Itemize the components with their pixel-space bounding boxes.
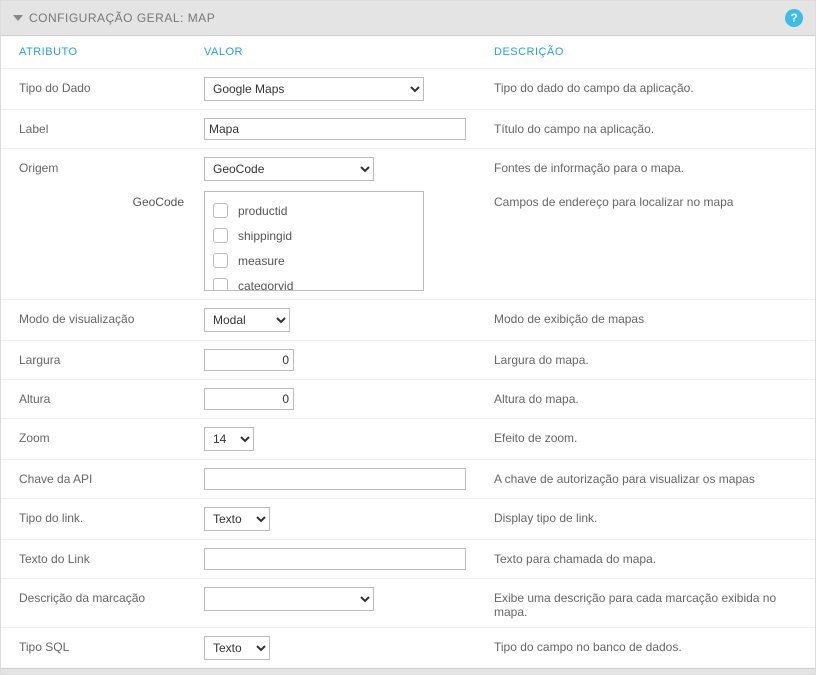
config-panel: CONFIGURAÇÃO GERAL: MAP ? ATRIBUTO VALOR…: [0, 0, 816, 675]
row-desc-marc: Descrição da marcação Exibe uma descriçã…: [1, 578, 815, 627]
desc-tipo-link: Display tipo de link.: [494, 507, 797, 525]
panel-title: CONFIGURAÇÃO GERAL: MAP: [29, 11, 215, 25]
check-label: measure: [238, 254, 285, 268]
row-geocode: GeoCode productid shippingid measure cat…: [1, 189, 815, 299]
label-tipo-dado: Tipo do Dado: [19, 77, 204, 95]
check-item-measure[interactable]: measure: [211, 248, 417, 273]
select-modo[interactable]: Modal: [204, 308, 290, 332]
col-header-desc: DESCRIÇÃO: [494, 46, 797, 58]
desc-zoom: Efeito de zoom.: [494, 427, 797, 445]
check-label: shippingid: [238, 229, 292, 243]
input-label[interactable]: [204, 118, 466, 140]
row-label: Label Título do campo na aplicação.: [1, 109, 815, 148]
label-geocode: GeoCode: [19, 191, 204, 209]
desc-apikey: A chave de autorização para visualizar o…: [494, 468, 797, 486]
desc-origem: Fontes de informação para o mapa.: [494, 157, 797, 175]
label-modo: Modo de visualização: [19, 308, 204, 326]
checkbox-icon[interactable]: [213, 253, 228, 268]
desc-altura: Altura do mapa.: [494, 388, 797, 406]
label-apikey: Chave da API: [19, 468, 204, 486]
select-tipo-dado[interactable]: Google Maps: [204, 77, 424, 101]
check-item-shippingid[interactable]: shippingid: [211, 223, 417, 248]
checkbox-icon[interactable]: [213, 278, 228, 291]
row-origem: Origem GeoCode Fontes de informação para…: [1, 148, 815, 189]
col-header-attr: ATRIBUTO: [19, 46, 204, 58]
label-tipo-sql: Tipo SQL: [19, 636, 204, 654]
label-largura: Largura: [19, 349, 204, 367]
row-apikey: Chave da API A chave de autorização para…: [1, 459, 815, 498]
row-tipo-link: Tipo do link. Texto Display tipo de link…: [1, 498, 815, 539]
select-zoom[interactable]: 14: [204, 427, 254, 451]
label-label: Label: [19, 118, 204, 136]
select-tipo-sql[interactable]: Texto: [204, 636, 270, 660]
check-item-productid[interactable]: productid: [211, 198, 417, 223]
col-header-val: VALOR: [204, 46, 494, 58]
label-texto-link: Texto do Link: [19, 548, 204, 566]
row-modo: Modo de visualização Modal Modo de exibi…: [1, 299, 815, 340]
select-tipo-link[interactable]: Texto: [204, 507, 270, 531]
desc-tipo-sql: Tipo do campo no banco de dados.: [494, 636, 797, 654]
desc-largura: Largura do mapa.: [494, 349, 797, 367]
input-largura[interactable]: [204, 349, 294, 371]
row-zoom: Zoom 14 Efeito de zoom.: [1, 418, 815, 459]
desc-tipo-dado: Tipo do dado do campo da aplicação.: [494, 77, 797, 95]
desc-texto-link: Texto para chamada do mapa.: [494, 548, 797, 566]
label-altura: Altura: [19, 388, 204, 406]
label-origem: Origem: [19, 157, 204, 175]
select-origem[interactable]: GeoCode: [204, 157, 374, 181]
label-desc-marc: Descrição da marcação: [19, 587, 204, 605]
geocode-checklist[interactable]: productid shippingid measure categoryid: [204, 191, 424, 291]
row-largura: Largura Largura do mapa.: [1, 340, 815, 379]
panel-footer-bar: [1, 668, 815, 674]
column-headers: ATRIBUTO VALOR DESCRIÇÃO: [1, 36, 815, 68]
help-icon[interactable]: ?: [785, 9, 803, 27]
checkbox-icon[interactable]: [213, 228, 228, 243]
desc-desc-marc: Exibe uma descrição para cada marcação e…: [494, 587, 797, 619]
row-texto-link: Texto do Link Texto para chamada do mapa…: [1, 539, 815, 578]
desc-modo: Modo de exibição de mapas: [494, 308, 797, 326]
panel-header: CONFIGURAÇÃO GERAL: MAP ?: [1, 1, 815, 36]
label-tipo-link: Tipo do link.: [19, 507, 204, 525]
check-item-categoryid[interactable]: categoryid: [211, 273, 417, 291]
desc-label: Título do campo na aplicação.: [494, 118, 797, 136]
input-altura[interactable]: [204, 388, 294, 410]
desc-geocode: Campos de endereço para localizar no map…: [494, 191, 797, 209]
row-tipo-dado: Tipo do Dado Google Maps Tipo do dado do…: [1, 68, 815, 109]
collapse-icon[interactable]: [13, 15, 23, 21]
select-desc-marc[interactable]: [204, 587, 374, 611]
row-tipo-sql: Tipo SQL Texto Tipo do campo no banco de…: [1, 627, 815, 668]
check-label: categoryid: [238, 279, 293, 292]
check-label: productid: [238, 204, 287, 218]
label-zoom: Zoom: [19, 427, 204, 445]
input-apikey[interactable]: [204, 468, 466, 490]
input-texto-link[interactable]: [204, 548, 466, 570]
row-altura: Altura Altura do mapa.: [1, 379, 815, 418]
checkbox-icon[interactable]: [213, 203, 228, 218]
